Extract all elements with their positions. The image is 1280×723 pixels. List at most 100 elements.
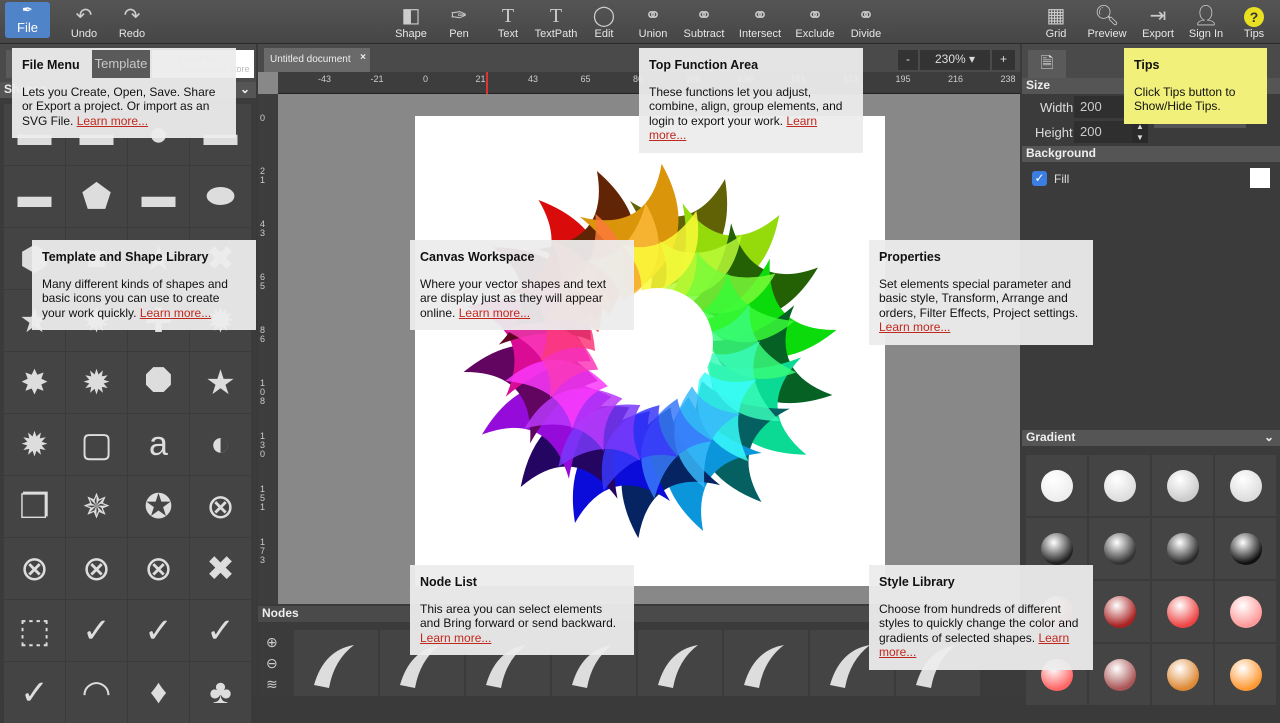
zoom-control: - 230% ▾ +	[898, 50, 1016, 70]
zoom-out-button[interactable]: -	[898, 50, 918, 70]
node-thumbnail[interactable]	[294, 630, 378, 696]
shape-item[interactable]: ✵	[66, 476, 127, 537]
gradient-style-item[interactable]	[1089, 518, 1150, 579]
tip-style-library: Style Library Choose from hundreds of dif…	[869, 565, 1093, 670]
close-icon[interactable]: ×	[360, 52, 366, 63]
ruler-label: 216	[948, 74, 964, 84]
gradient-style-item[interactable]	[1089, 581, 1150, 642]
ruler-label: 0	[423, 74, 429, 84]
shape-item[interactable]: ✓	[4, 662, 65, 723]
shape-item[interactable]: ⊗	[128, 538, 189, 599]
user-icon: 👤︎	[1193, 5, 1219, 27]
pen-button[interactable]: ✑ Pen	[434, 4, 484, 40]
shape-item[interactable]: ✖	[190, 538, 251, 599]
gradient-style-item[interactable]	[1152, 581, 1213, 642]
learn-more-link[interactable]: Learn more...	[459, 306, 530, 320]
shape-item[interactable]: ⬟	[66, 166, 127, 227]
shape-item[interactable]: ✓	[128, 600, 189, 661]
export-button[interactable]: ⇥ Export	[1133, 4, 1183, 40]
zoom-in-button[interactable]: +	[992, 50, 1016, 70]
gradient-style-item[interactable]	[1152, 518, 1213, 579]
height-stepper[interactable]: ▲ ▼	[1132, 121, 1148, 143]
node-thumbnail[interactable]	[724, 630, 808, 696]
divide-icon: ⚭	[857, 5, 875, 27]
fill-checkbox[interactable]: ✓	[1032, 171, 1047, 186]
text-button[interactable]: T Text	[483, 4, 533, 40]
shape-item[interactable]: ❐	[4, 476, 65, 537]
edit-button[interactable]: ◯ Edit	[579, 4, 629, 40]
canvas-page[interactable]	[415, 116, 885, 586]
shape-item[interactable]: ✹	[4, 414, 65, 475]
gradient-swatch	[1166, 658, 1199, 691]
ruler-label: 195	[895, 74, 911, 84]
shape-item[interactable]: ★	[190, 352, 251, 413]
shape-item[interactable]: ⬬	[190, 166, 251, 227]
gradient-style-item[interactable]	[1089, 455, 1150, 516]
document-properties-tab[interactable]: 🗎︎	[1028, 50, 1066, 78]
gradient-style-item[interactable]	[1152, 455, 1213, 516]
grid-button[interactable]: ▦ Grid	[1031, 4, 1081, 40]
undo-button[interactable]: ↶ Undo	[59, 4, 109, 40]
shape-item[interactable]: ✓	[66, 600, 127, 661]
divide-button[interactable]: ⚭ Divide	[841, 4, 891, 40]
shape-item[interactable]: ⯃	[128, 352, 189, 413]
exclude-icon: ⚭	[806, 5, 824, 27]
shape-button[interactable]: ◧ Shape	[386, 4, 436, 40]
gradient-swatch	[1103, 595, 1136, 628]
pen-icon: ✑	[450, 5, 468, 27]
fill-color-swatch[interactable]	[1250, 168, 1270, 188]
union-button[interactable]: ⚭ Union	[628, 4, 678, 40]
shape-item[interactable]: ▬	[4, 166, 65, 227]
shape-item[interactable]: ♦	[128, 662, 189, 723]
height-label: Height	[1035, 125, 1073, 140]
gradient-swatch	[1229, 469, 1262, 502]
textpath-button[interactable]: T TextPath	[531, 4, 581, 40]
shape-item[interactable]: ◐	[190, 414, 251, 475]
shape-item[interactable]: ✹	[66, 352, 127, 413]
layers-icon[interactable]: ≋	[266, 674, 278, 695]
tips-button[interactable]: ? Tips	[1229, 4, 1279, 40]
shape-item[interactable]: ✪	[128, 476, 189, 537]
shape-item[interactable]: ⬚	[4, 600, 65, 661]
learn-more-link[interactable]: Learn more...	[420, 631, 491, 645]
gradient-style-item[interactable]	[1215, 455, 1276, 516]
gradient-style-item[interactable]	[1026, 455, 1087, 516]
subtract-button[interactable]: ⚭ Subtract	[679, 4, 729, 40]
shape-item[interactable]: ◠	[66, 662, 127, 723]
shape-item[interactable]: ⊗	[190, 476, 251, 537]
gradient-swatch	[1166, 532, 1199, 565]
shape-item[interactable]: ✸	[4, 352, 65, 413]
flower-artwork[interactable]	[415, 116, 885, 586]
tab-template[interactable]: Template	[92, 50, 150, 78]
document-icon: 🗎︎	[1040, 55, 1054, 72]
ruler-label: 43	[528, 74, 539, 84]
shape-item[interactable]: ▬	[128, 166, 189, 227]
shape-item[interactable]: ⊗	[4, 538, 65, 599]
exclude-button[interactable]: ⚭ Exclude	[790, 4, 840, 40]
shape-item[interactable]: ♣	[190, 662, 251, 723]
preview-button[interactable]: 🔍︎ Preview	[1082, 4, 1132, 40]
learn-more-link[interactable]: Learn more...	[879, 320, 950, 334]
gradient-style-item[interactable]	[1215, 581, 1276, 642]
shape-item[interactable]: ▢	[66, 414, 127, 475]
shape-item[interactable]: a	[128, 414, 189, 475]
document-tab[interactable]: Untitled document ×	[264, 48, 370, 72]
redo-button[interactable]: ↷ Redo	[107, 4, 157, 40]
learn-more-link[interactable]: Learn more...	[77, 114, 148, 128]
subtract-icon: ⚭	[695, 5, 713, 27]
node-thumbnail[interactable]	[638, 630, 722, 696]
file-button[interactable]: ✒ File	[5, 2, 50, 38]
shape-item[interactable]: ⊗	[66, 538, 127, 599]
zoom-select[interactable]: 230% ▾	[920, 50, 990, 70]
remove-node-icon[interactable]: ⊖	[266, 653, 278, 674]
add-node-icon[interactable]: ⊕	[266, 632, 278, 653]
intersect-button[interactable]: ⚭ Intersect	[733, 4, 787, 40]
tip-canvas: Canvas Workspace Where your vector shapes…	[410, 240, 634, 330]
shape-item[interactable]: ✓	[190, 600, 251, 661]
learn-more-link[interactable]: Learn more...	[140, 306, 211, 320]
gradient-header[interactable]: Gradient ⌄	[1022, 430, 1280, 446]
vertical-ruler: 0 21 43 65 86 108 130 151 173	[258, 94, 278, 604]
gradient-style-item[interactable]	[1215, 518, 1276, 579]
sign-in-button[interactable]: 👤︎ Sign In	[1181, 4, 1231, 40]
gradient-swatch	[1103, 469, 1136, 502]
